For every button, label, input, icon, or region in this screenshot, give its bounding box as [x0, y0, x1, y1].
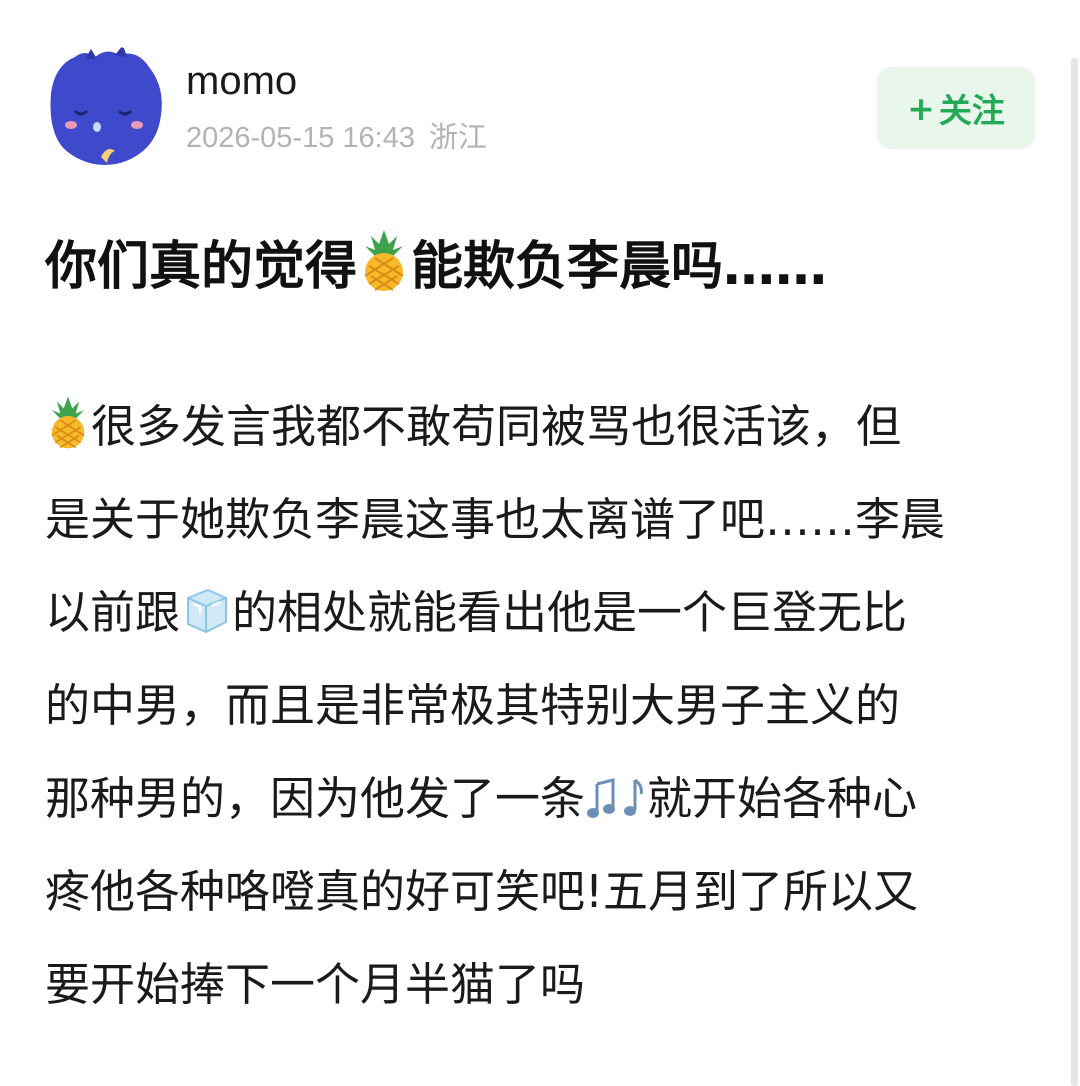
post-location: 浙江: [428, 120, 487, 154]
post-title-text: 你们真的觉得: [45, 237, 358, 297]
music-notes-icon: [585, 774, 647, 822]
content-text: 很多发言我都不敢苟同被骂也很活该，但: [91, 400, 902, 453]
follow-button[interactable]: + 关注: [877, 67, 1035, 149]
post-header: momo 2026-05-15 16:43 浙江 + 关注: [45, 45, 1035, 167]
follow-button-label: 关注: [938, 91, 1005, 130]
content-text: 就开始各种心: [647, 772, 918, 825]
post-timestamp: 2026-05-15 16:43: [186, 122, 415, 154]
post-page: momo 2026-05-15 16:43 浙江 + 关注 你们真的觉得 能欺负李晨…: [0, 0, 1080, 1086]
ice-cube-icon: [180, 584, 232, 636]
post-meta: 2026-05-15 16:43 浙江: [186, 119, 487, 156]
author-name[interactable]: momo: [186, 57, 297, 105]
content-text: 是关于她欺负李晨这事也太离谱了吧……李晨: [45, 493, 946, 546]
content-text: 的中男，而且是非常极其特别大男子主义的: [45, 679, 901, 732]
content-text: 的相处就能看出他是一个巨登无比: [232, 586, 908, 639]
post-title: 你们真的觉得 能欺负李晨吗……: [45, 228, 1025, 305]
sleeping-cat-avatar-icon: [45, 45, 165, 165]
plus-icon: +: [907, 88, 935, 128]
pineapple-icon: [45, 394, 91, 450]
content-text: 疼他各种咯噔真的好可笑吧!五月到了所以又: [45, 865, 919, 918]
content-line: 以前跟 的相处就能看出他是一个巨登无比: [45, 566, 1030, 659]
content-text: 那种男的，因为他发了一条: [45, 772, 586, 825]
content-text: 要开始捧下一个月半猫了吗: [45, 958, 586, 1011]
content-line: 是关于她欺负李晨这事也太离谱了吧……李晨: [45, 473, 1030, 566]
content-line: 要开始捧下一个月半猫了吗: [45, 938, 1030, 1031]
content-line: 疼他各种咯噔真的好可笑吧!五月到了所以又: [45, 845, 1030, 938]
content-line: 的中男，而且是非常极其特别大男子主义的: [45, 659, 1030, 752]
post-content: 很多发言我都不敢苟同被骂也很活该，但 是关于她欺负李晨这事也太离谱了吧……李晨 …: [45, 380, 1030, 1031]
content-line: 那种男的，因为他发了一条 就开始各种心: [45, 752, 1030, 845]
avatar[interactable]: [45, 45, 165, 165]
post-title-text-end: 能欺负李晨吗……: [411, 237, 828, 297]
content-line: 很多发言我都不敢苟同被骂也很活该，但: [45, 380, 1030, 473]
scrollbar[interactable]: [1071, 58, 1078, 1086]
content-text: 以前跟: [45, 586, 181, 639]
pineapple-icon: [357, 228, 411, 292]
